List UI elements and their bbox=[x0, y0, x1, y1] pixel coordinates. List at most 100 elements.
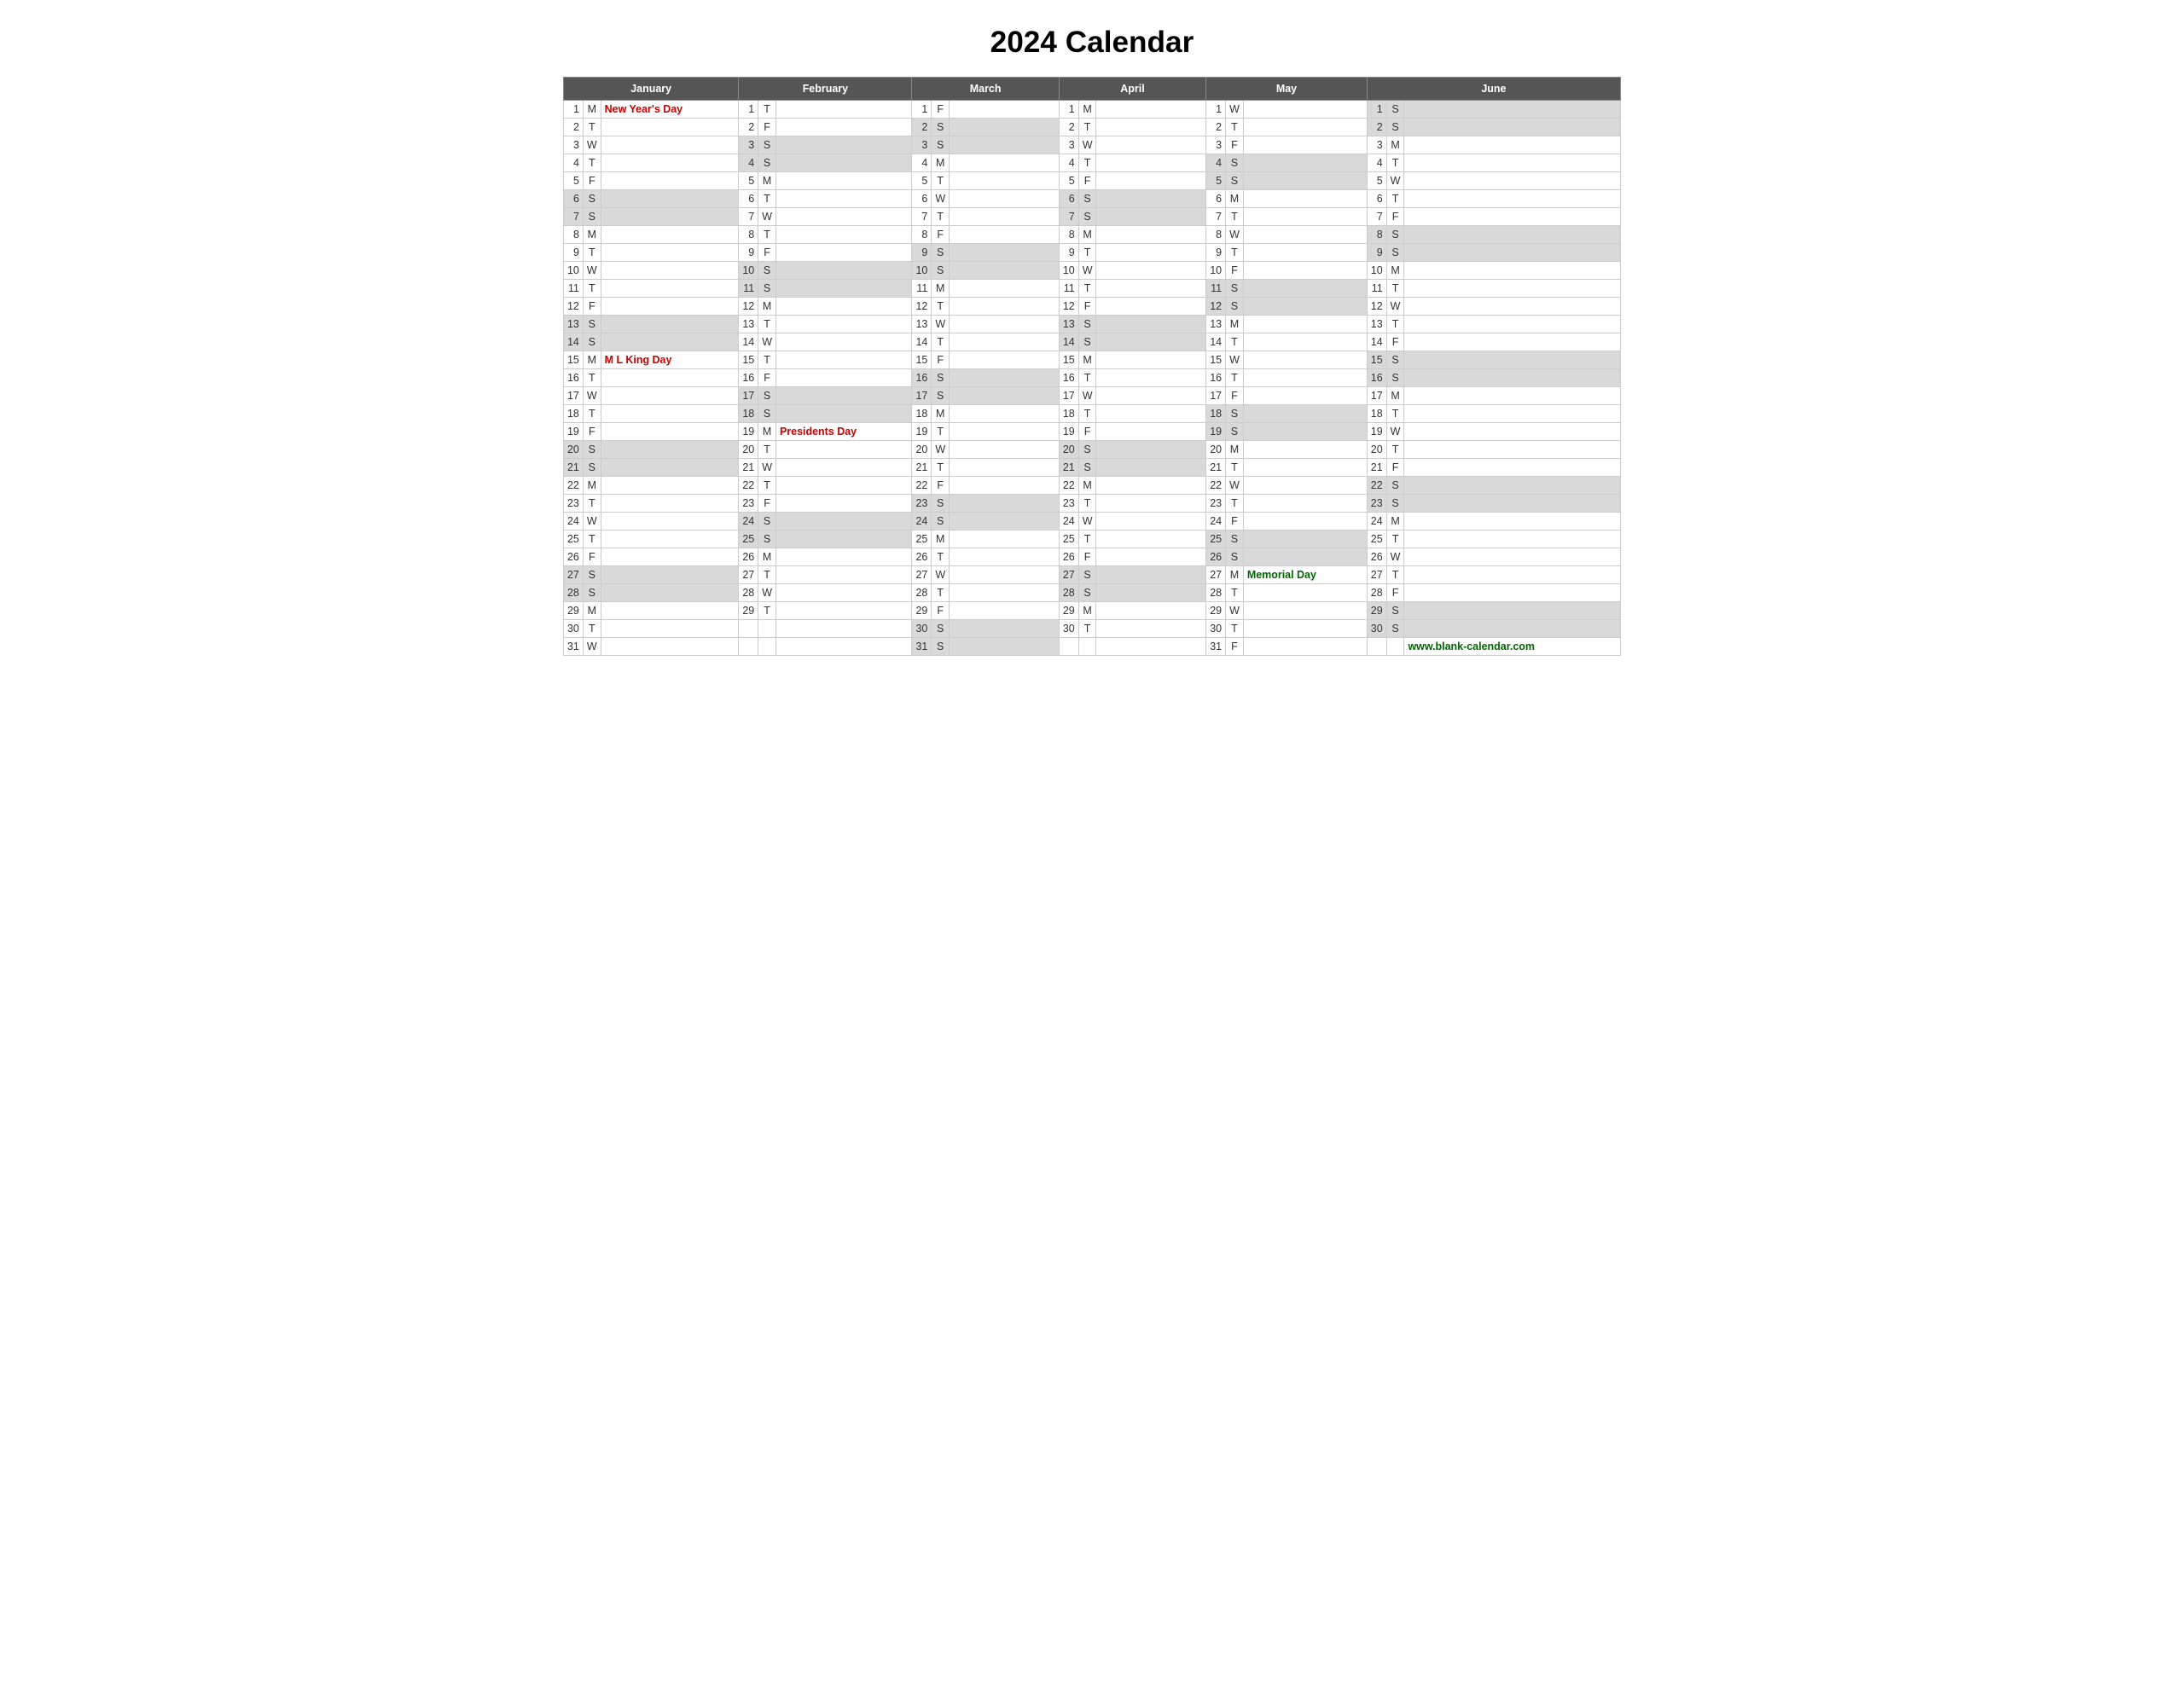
may-day-1-num: 1 bbox=[1206, 101, 1226, 119]
march-day-4-event bbox=[950, 154, 1060, 172]
february-day-9-num: 9 bbox=[739, 244, 758, 262]
april-day-18-letter: T bbox=[1078, 405, 1096, 423]
june-day-8-num: 8 bbox=[1367, 226, 1386, 244]
may-day-13-event bbox=[1243, 316, 1367, 333]
january-header: January bbox=[564, 78, 739, 101]
february-day-1-num: 1 bbox=[739, 101, 758, 119]
may-day-4-letter: S bbox=[1226, 154, 1244, 172]
march-day-14-event bbox=[950, 333, 1060, 351]
february-day-3-event bbox=[775, 136, 911, 154]
february-day-16-event bbox=[775, 369, 911, 387]
february-day-2-num: 2 bbox=[739, 119, 758, 136]
april-day-27-event bbox=[1096, 566, 1206, 584]
june-day-25-event bbox=[1404, 530, 1621, 548]
may-day-28-num: 28 bbox=[1206, 584, 1226, 602]
april-day-9-event bbox=[1096, 244, 1206, 262]
february-day-14-num: 14 bbox=[739, 333, 758, 351]
april-day-11-letter: T bbox=[1078, 280, 1096, 298]
june-day-6-letter: T bbox=[1386, 190, 1404, 208]
march-day-15-event bbox=[950, 351, 1060, 369]
march-day-26-event bbox=[950, 548, 1060, 566]
march-day-31-event bbox=[950, 638, 1060, 656]
may-day-15-event bbox=[1243, 351, 1367, 369]
march-day-16-num: 16 bbox=[912, 369, 932, 387]
table-row: 12F12M12T12F12S12W bbox=[564, 298, 1621, 316]
may-day-2-letter: T bbox=[1226, 119, 1244, 136]
may-day-8-num: 8 bbox=[1206, 226, 1226, 244]
march-day-13-event bbox=[950, 316, 1060, 333]
february-day-9-letter: F bbox=[758, 244, 776, 262]
june-day-26-letter: W bbox=[1386, 548, 1404, 566]
may-day-12-event bbox=[1243, 298, 1367, 316]
may-day-2-event bbox=[1243, 119, 1367, 136]
march-day-9-num: 9 bbox=[912, 244, 932, 262]
april-day-19-event bbox=[1096, 423, 1206, 441]
june-day-12-letter: W bbox=[1386, 298, 1404, 316]
may-day-20-letter: M bbox=[1226, 441, 1244, 459]
january-day-16-num: 16 bbox=[564, 369, 584, 387]
march-day-28-letter: T bbox=[932, 584, 950, 602]
february-day-29-letter: T bbox=[758, 602, 776, 620]
february-day-6-event bbox=[775, 190, 911, 208]
february-day-10-letter: S bbox=[758, 262, 776, 280]
january-day-30-num: 30 bbox=[564, 620, 584, 638]
may-day-4-num: 4 bbox=[1206, 154, 1226, 172]
may-day-1-event bbox=[1243, 101, 1367, 119]
april-day-29-letter: M bbox=[1078, 602, 1096, 620]
february-day-7-letter: W bbox=[758, 208, 776, 226]
june-day-26-event bbox=[1404, 548, 1621, 566]
table-row: 5F5M5T5F5S5W bbox=[564, 172, 1621, 190]
january-day-7-event bbox=[601, 208, 739, 226]
march-day-1-event bbox=[950, 101, 1060, 119]
april-day-17-letter: W bbox=[1078, 387, 1096, 405]
may-day-21-event bbox=[1243, 459, 1367, 477]
march-day-3-letter: S bbox=[932, 136, 950, 154]
april-day-29-num: 29 bbox=[1059, 602, 1078, 620]
april-empty-30-1 bbox=[1078, 638, 1096, 656]
table-row: 26F26M26T26F26S26W bbox=[564, 548, 1621, 566]
april-day-1-num: 1 bbox=[1059, 101, 1078, 119]
february-day-18-event bbox=[775, 405, 911, 423]
march-day-14-letter: T bbox=[932, 333, 950, 351]
table-row: 4T4S4M4T4S4T bbox=[564, 154, 1621, 172]
february-day-23-event bbox=[775, 495, 911, 513]
may-day-27-letter: M bbox=[1226, 566, 1244, 584]
june-day-3-num: 3 bbox=[1367, 136, 1386, 154]
june-day-21-num: 21 bbox=[1367, 459, 1386, 477]
march-day-21-num: 21 bbox=[912, 459, 932, 477]
march-day-25-letter: M bbox=[932, 530, 950, 548]
april-day-14-event bbox=[1096, 333, 1206, 351]
january-day-23-event bbox=[601, 495, 739, 513]
may-day-16-event bbox=[1243, 369, 1367, 387]
april-day-15-letter: M bbox=[1078, 351, 1096, 369]
february-day-25-event bbox=[775, 530, 911, 548]
march-day-29-event bbox=[950, 602, 1060, 620]
march-day-19-num: 19 bbox=[912, 423, 932, 441]
january-day-27-event bbox=[601, 566, 739, 584]
may-day-6-event bbox=[1243, 190, 1367, 208]
april-day-8-event bbox=[1096, 226, 1206, 244]
may-day-28-event bbox=[1243, 584, 1367, 602]
june-day-30-event bbox=[1404, 620, 1621, 638]
april-day-26-letter: F bbox=[1078, 548, 1096, 566]
february-day-26-event bbox=[775, 548, 911, 566]
april-day-24-num: 24 bbox=[1059, 513, 1078, 530]
march-day-28-num: 28 bbox=[912, 584, 932, 602]
february-day-26-num: 26 bbox=[739, 548, 758, 566]
may-day-1-letter: W bbox=[1226, 101, 1244, 119]
may-day-5-letter: S bbox=[1226, 172, 1244, 190]
january-day-4-letter: T bbox=[583, 154, 601, 172]
march-day-11-num: 11 bbox=[912, 280, 932, 298]
june-empty-30-1 bbox=[1386, 638, 1404, 656]
february-day-11-letter: S bbox=[758, 280, 776, 298]
april-day-28-num: 28 bbox=[1059, 584, 1078, 602]
may-day-9-num: 9 bbox=[1206, 244, 1226, 262]
april-day-5-event bbox=[1096, 172, 1206, 190]
march-day-3-event bbox=[950, 136, 1060, 154]
january-day-9-letter: T bbox=[583, 244, 601, 262]
february-day-9-event bbox=[775, 244, 911, 262]
february-day-27-num: 27 bbox=[739, 566, 758, 584]
april-day-16-num: 16 bbox=[1059, 369, 1078, 387]
table-row: 27S27T27W27S27MMemorial Day27T bbox=[564, 566, 1621, 584]
may-day-10-letter: F bbox=[1226, 262, 1244, 280]
